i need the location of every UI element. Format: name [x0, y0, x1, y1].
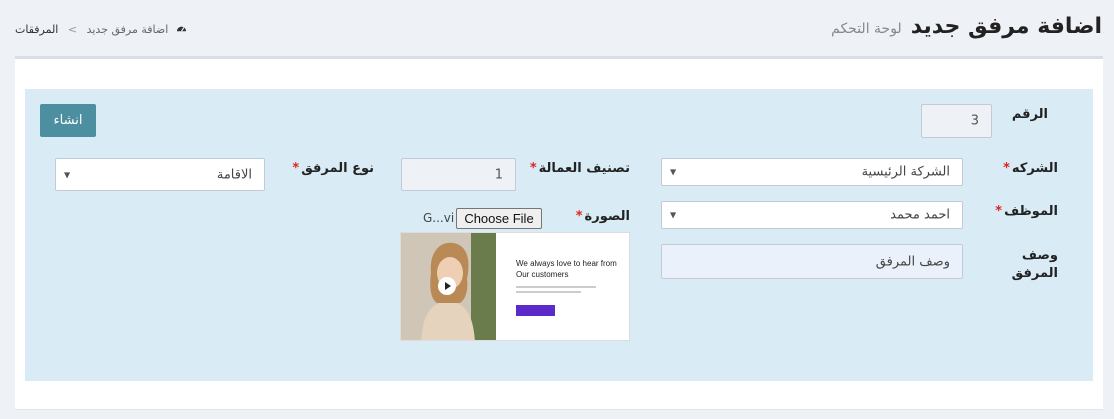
breadcrumb-current: اضافة مرفق جديد [86, 23, 169, 36]
page-title: اضافة مرفق جديد [910, 14, 1102, 39]
number-field[interactable]: 3 [921, 104, 992, 138]
description-value: وصف المرفق [875, 254, 950, 269]
chevron-down-icon: ▼ [670, 167, 677, 177]
attachment-type-label-text: نوع المرفق [301, 161, 374, 176]
preview-headline: We always love to hear from Our customer… [516, 258, 617, 280]
image-label: الصورة* [576, 209, 630, 224]
company-label-text: الشركه [1011, 161, 1058, 176]
choose-file-button[interactable]: Choose File [456, 208, 542, 229]
required-mark: * [995, 204, 1003, 219]
attachment-type-value: الاقامة [216, 167, 252, 182]
image-file-input[interactable]: G...vi Choose File [423, 208, 573, 229]
chevron-down-icon: ▼ [670, 210, 677, 220]
image-label-text: الصورة [584, 209, 630, 224]
file-name: G...vi [423, 211, 455, 225]
employee-value: احمد محمد [890, 207, 950, 223]
company-label: الشركه* [1003, 161, 1058, 176]
number-value: 3 [970, 113, 979, 129]
company-select[interactable]: الشركة الرئيسية ▼ [661, 158, 963, 186]
labor-class-label-text: تصنيف العمالة [538, 161, 630, 176]
preview-headline-line1: We always love to hear from [516, 259, 617, 268]
attachment-type-label: نوع المرفق* [292, 161, 374, 176]
labor-class-field[interactable]: 1 [401, 158, 516, 191]
required-mark: * [292, 161, 300, 176]
labor-class-label: تصنيف العمالة* [530, 161, 630, 176]
preview-subtext-line [516, 286, 596, 288]
image-preview: We always love to hear from Our customer… [400, 232, 630, 341]
dashboard-icon [176, 26, 186, 32]
preview-headline-line2: Our customers [516, 270, 569, 279]
employee-select[interactable]: احمد محمد ▼ [661, 201, 963, 229]
form-portlet: انشاء الرقم 3 الشركه* الشركة الرئيسية ▼ … [15, 56, 1103, 410]
preview-photo [401, 233, 496, 340]
description-label-text: وصف المرفق [1011, 248, 1058, 281]
breadcrumb-home-label[interactable]: المرفقات [15, 23, 58, 36]
labor-class-value: 1 [494, 167, 503, 182]
required-mark: * [529, 161, 537, 176]
play-icon [438, 277, 456, 295]
employee-label-text: الموظف [1004, 204, 1058, 219]
chevron-down-icon: ▼ [64, 170, 71, 179]
number-label: الرقم [1012, 107, 1048, 122]
number-label-text: الرقم [1011, 107, 1048, 122]
preview-button [516, 305, 555, 316]
required-mark: * [575, 209, 583, 224]
preview-subtext-line [516, 291, 581, 293]
required-mark: * [1003, 161, 1010, 176]
page-subtitle: لوحة التحكم [831, 21, 902, 37]
create-button[interactable]: انشاء [40, 104, 96, 137]
attachment-type-select[interactable]: الاقامة ▼ [55, 158, 265, 191]
form-body: انشاء الرقم 3 الشركه* الشركة الرئيسية ▼ … [25, 89, 1093, 381]
description-label: وصف المرفق [1006, 247, 1058, 283]
employee-label: الموظف* [995, 204, 1058, 219]
breadcrumb-separator: > [67, 23, 78, 36]
breadcrumb: اضافة مرفق جديد > المرفقات [15, 23, 187, 36]
description-field[interactable]: وصف المرفق [661, 244, 963, 279]
company-value: الشركة الرئيسية [861, 164, 950, 180]
page-header: اضافة مرفق جديد لوحة التحكم [831, 14, 1102, 39]
